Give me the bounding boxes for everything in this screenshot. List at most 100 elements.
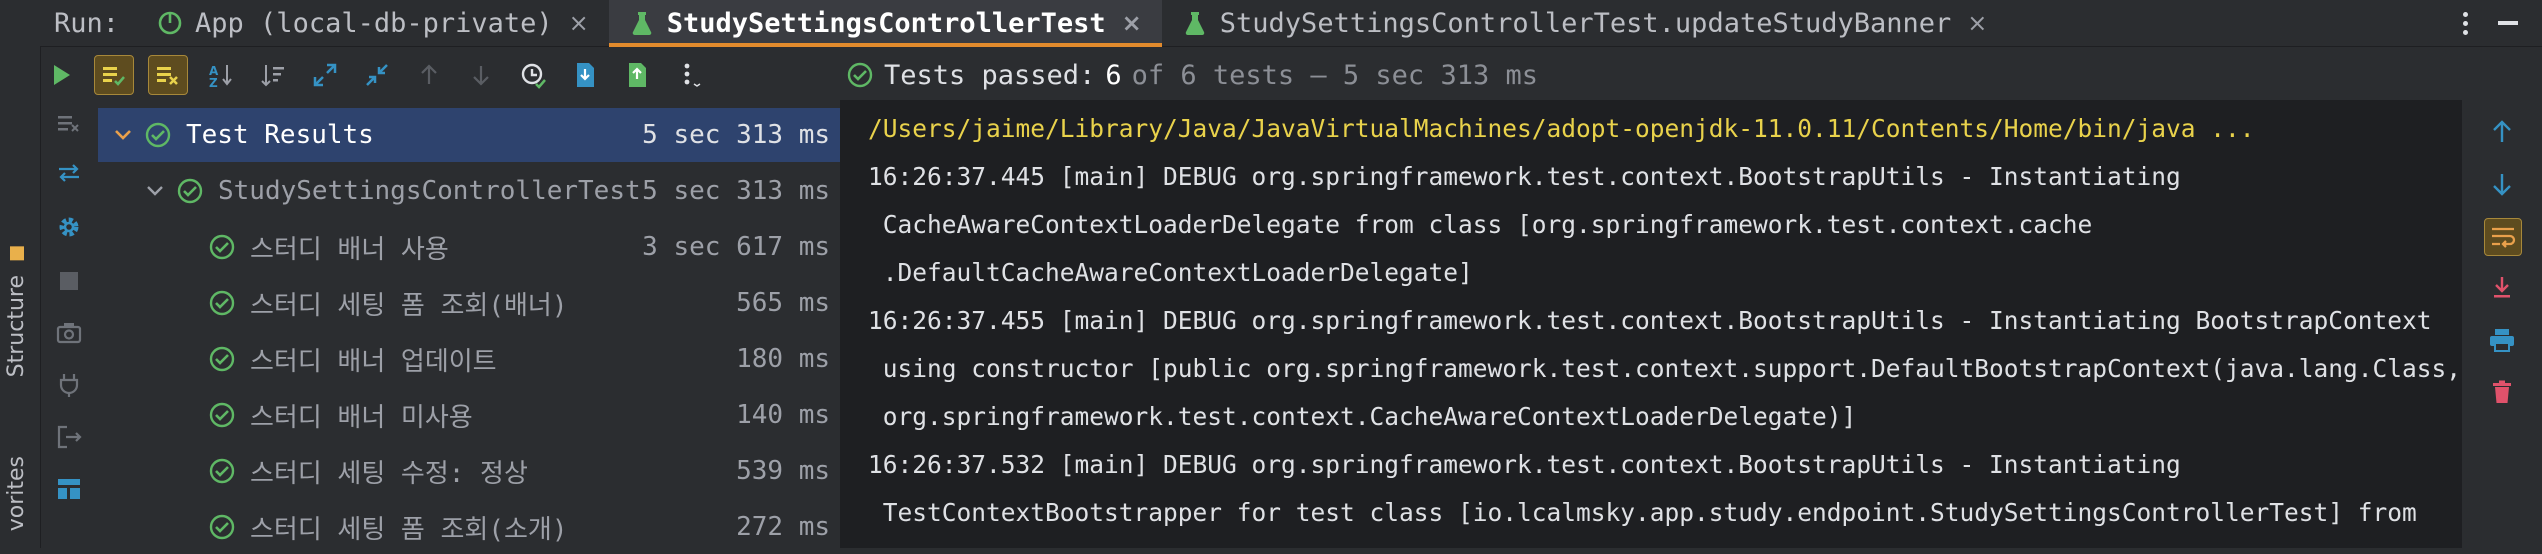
tree-node-time: 5 sec 313 ms bbox=[642, 176, 830, 206]
scroll-up-button[interactable] bbox=[2484, 114, 2520, 150]
tests-passed-count: 6 bbox=[1105, 59, 1122, 91]
spring-boot-icon bbox=[158, 11, 182, 35]
collapse-all-icon bbox=[366, 64, 388, 86]
favorites-tool-label[interactable]: vorites bbox=[4, 456, 29, 531]
console-line[interactable]: /Users/jaime/Library/Java/JavaVirtualMac… bbox=[868, 114, 2255, 143]
chevron-down-icon[interactable] bbox=[144, 180, 166, 202]
soft-wrap-button[interactable] bbox=[2484, 218, 2522, 256]
passed-check-icon bbox=[209, 234, 235, 260]
exit-icon bbox=[57, 425, 82, 449]
clear-list-icon bbox=[58, 116, 79, 132]
settings-button[interactable] bbox=[54, 212, 84, 242]
tree-test-row[interactable]: 스터디 배너 미사용 140 ms bbox=[98, 388, 840, 442]
plug-icon bbox=[59, 374, 79, 397]
more-options-icon[interactable] bbox=[2463, 11, 2468, 35]
sort-alphabetically-button[interactable]: AZ bbox=[202, 56, 240, 94]
rerun-icon bbox=[54, 65, 70, 85]
test-name: 스터디 배너 업데이트 bbox=[250, 346, 497, 377]
rerun-button[interactable] bbox=[42, 56, 80, 94]
show-ignored-button[interactable] bbox=[148, 55, 188, 95]
expand-all-icon bbox=[313, 63, 337, 87]
passed-check-icon bbox=[209, 290, 235, 316]
export-tests-button[interactable] bbox=[618, 56, 656, 94]
chevron-down-icon[interactable] bbox=[112, 124, 134, 146]
tree-test-row[interactable]: 스터디 세팅 폼 조회(배너) 565 ms bbox=[98, 276, 840, 330]
print-button[interactable] bbox=[2484, 322, 2520, 358]
scroll-down-button[interactable] bbox=[2484, 166, 2520, 202]
arrow-up-icon bbox=[2493, 120, 2511, 142]
collapse-all-button[interactable] bbox=[358, 56, 396, 94]
passed-check-icon bbox=[209, 458, 235, 484]
expand-all-button[interactable] bbox=[306, 56, 344, 94]
passed-check-icon bbox=[177, 178, 203, 204]
attach-debugger-button[interactable] bbox=[54, 370, 84, 400]
sort-alpha-icon: AZ bbox=[209, 64, 232, 89]
console-line: CacheAwareContextLoaderDelegate from cla… bbox=[868, 210, 2093, 239]
tree-node-name: StudySettingsControllerTest bbox=[218, 176, 641, 206]
import-tests-button[interactable] bbox=[566, 56, 604, 94]
tests-total-duration: of 6 tests – 5 sec 313 ms bbox=[1131, 59, 1538, 91]
console-output[interactable]: /Users/jaime/Library/Java/JavaVirtualMac… bbox=[842, 100, 2462, 548]
previous-failed-icon bbox=[421, 64, 437, 84]
console-line: .DefaultCacheAwareContextLoaderDelegate] bbox=[868, 258, 1473, 287]
runner-side-actions bbox=[42, 100, 98, 548]
sort-by-duration-button[interactable] bbox=[254, 56, 292, 94]
console-line: org.springframework.test.context.CacheAw… bbox=[868, 402, 1857, 431]
structure-tool-label[interactable]: Structure bbox=[4, 246, 29, 377]
scroll-to-end-icon bbox=[2494, 277, 2510, 298]
clear-console-button[interactable] bbox=[2484, 374, 2520, 410]
tabbar-actions bbox=[2463, 0, 2542, 46]
tree-test-row[interactable]: 스터디 배너 사용 3 sec 617 ms bbox=[98, 220, 840, 274]
tab-app-local-db-private[interactable]: App (local-db-private) × bbox=[137, 0, 609, 46]
more-toolbar-button[interactable] bbox=[670, 56, 708, 94]
stop-button[interactable] bbox=[54, 266, 84, 296]
more-icon bbox=[684, 63, 701, 87]
passed-check-icon bbox=[209, 402, 235, 428]
test-history-icon bbox=[521, 63, 546, 89]
tree-root-test-results[interactable]: Test Results 5 sec 313 ms bbox=[98, 108, 840, 162]
console-side-toolbar bbox=[2462, 100, 2542, 548]
passed-check-icon bbox=[847, 62, 873, 88]
printer-icon bbox=[2490, 329, 2514, 352]
tree-test-row[interactable]: 스터디 세팅 폼 조회(소개) 272 ms bbox=[98, 500, 840, 554]
test-time: 539 ms bbox=[736, 456, 830, 486]
arrow-down-icon bbox=[2493, 174, 2511, 196]
next-failed-button[interactable] bbox=[462, 56, 500, 94]
console-line: 16:26:37.532 [main] DEBUG org.springfram… bbox=[868, 450, 2181, 479]
close-icon[interactable]: × bbox=[1122, 9, 1142, 37]
test-status-summary: Tests passed: 6 of 6 tests – 5 sec 313 m… bbox=[846, 50, 1538, 100]
tab-update-study-banner[interactable]: StudySettingsControllerTest.updateStudyB… bbox=[1162, 0, 2008, 46]
toggle-auto-scroll-button[interactable] bbox=[54, 158, 84, 188]
show-passed-icon bbox=[103, 67, 125, 86]
scroll-to-end-button[interactable] bbox=[2484, 270, 2520, 306]
close-icon[interactable]: × bbox=[569, 9, 589, 37]
test-time: 565 ms bbox=[736, 288, 830, 318]
clear-all-button[interactable] bbox=[54, 108, 84, 138]
screenshot-button[interactable] bbox=[54, 318, 84, 348]
exit-button[interactable] bbox=[54, 422, 84, 452]
structure-label-text: Structure bbox=[4, 275, 29, 378]
tests-passed-label: Tests passed: bbox=[884, 59, 1096, 91]
layout-icon bbox=[58, 479, 80, 499]
console-line: using constructor [public org.springfram… bbox=[868, 354, 2462, 383]
tree-test-row[interactable]: 스터디 배너 업데이트 180 ms bbox=[98, 332, 840, 386]
gear-icon bbox=[59, 217, 79, 237]
test-time: 180 ms bbox=[736, 344, 830, 374]
previous-failed-button[interactable] bbox=[410, 56, 448, 94]
show-passed-button[interactable] bbox=[94, 55, 134, 95]
test-name: 스터디 세팅 폼 조회(소개) bbox=[250, 514, 568, 545]
show-ignored-icon bbox=[157, 67, 178, 85]
soft-wrap-icon bbox=[2492, 227, 2516, 248]
tree-suite-row[interactable]: StudySettingsControllerTest 5 sec 313 ms bbox=[98, 164, 840, 218]
close-icon[interactable]: × bbox=[1967, 9, 1987, 37]
layout-button[interactable] bbox=[54, 474, 84, 504]
svg-text:Z: Z bbox=[209, 76, 218, 89]
minimize-icon[interactable] bbox=[2498, 21, 2518, 25]
test-history-button[interactable] bbox=[514, 56, 552, 94]
run-label: Run: bbox=[54, 7, 120, 39]
export-tests-icon bbox=[629, 63, 646, 87]
tree-test-row[interactable]: 스터디 세팅 수정: 정상 539 ms bbox=[98, 444, 840, 498]
test-name: 스터디 세팅 폼 조회(배너) bbox=[250, 290, 568, 321]
tab-studysettingscontrollertest[interactable]: StudySettingsControllerTest × bbox=[608, 0, 1162, 47]
left-tool-strip: Structure vorites bbox=[0, 46, 41, 548]
